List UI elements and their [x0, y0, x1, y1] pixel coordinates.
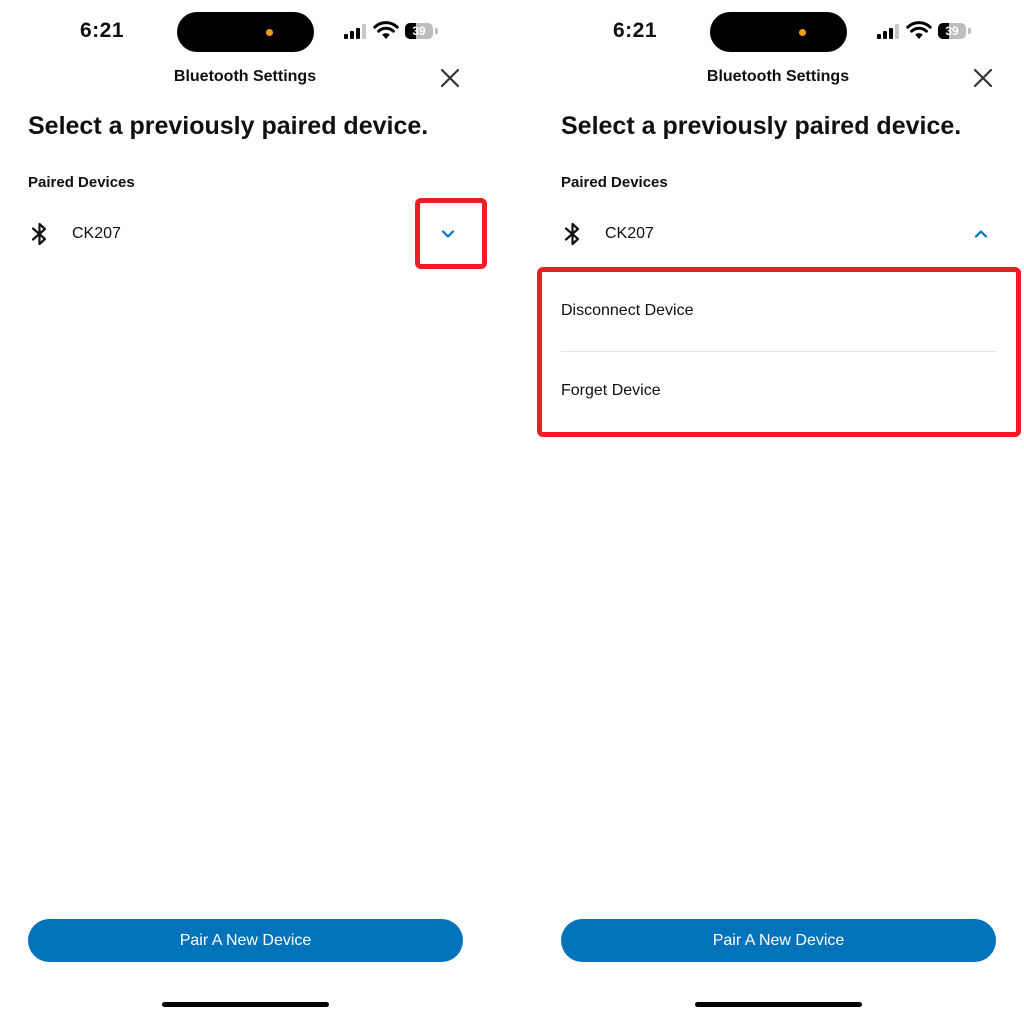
battery-icon: 39	[938, 23, 966, 39]
cellular-signal-icon	[877, 23, 903, 39]
close-icon[interactable]	[438, 66, 462, 90]
battery-level: 39	[945, 24, 959, 38]
battery-icon: 39	[405, 23, 433, 39]
nav-title: Bluetooth Settings	[173, 68, 317, 85]
battery-cap	[435, 28, 438, 34]
bluetooth-icon	[564, 222, 580, 246]
device-name: CK207	[605, 225, 654, 242]
close-icon[interactable]	[971, 66, 995, 90]
device-name: CK207	[72, 225, 121, 242]
page-title: Select a previously paired device.	[28, 112, 429, 140]
paired-device-row[interactable]: CK207	[561, 212, 1001, 256]
status-bar: 6:21 39	[0, 0, 490, 60]
mic-indicator-icon	[799, 29, 806, 36]
home-indicator	[695, 1002, 862, 1007]
dynamic-island	[710, 12, 847, 52]
pair-new-device-button[interactable]: Pair A New Device	[561, 919, 996, 962]
home-indicator	[162, 1002, 329, 1007]
pair-new-device-button[interactable]: Pair A New Device	[28, 919, 463, 962]
bluetooth-icon	[31, 222, 47, 246]
screen-collapsed: 6:21 39 Bluetooth Settings Select a prev…	[0, 0, 490, 1017]
section-label-paired-devices: Paired Devices	[561, 174, 668, 191]
page-title: Select a previously paired device.	[561, 112, 962, 140]
annotation-highlight-chevron	[415, 198, 487, 269]
paired-device-row[interactable]: CK207	[28, 212, 468, 256]
status-bar: 6:21 39	[533, 0, 1023, 60]
battery-level: 39	[412, 24, 426, 38]
section-label-paired-devices: Paired Devices	[28, 174, 135, 191]
chevron-up-icon[interactable]	[973, 226, 989, 242]
annotation-highlight-device-menu	[537, 267, 1021, 437]
screen-expanded: 6:21 39 Bluetooth Settings Select a prev…	[533, 0, 1023, 1017]
battery-cap	[968, 28, 971, 34]
status-time: 6:21	[613, 19, 658, 42]
mic-indicator-icon	[266, 29, 273, 36]
nav-title: Bluetooth Settings	[706, 68, 850, 85]
cellular-signal-icon	[344, 23, 370, 39]
wifi-icon	[906, 21, 932, 39]
dynamic-island	[177, 12, 314, 52]
wifi-icon	[373, 21, 399, 39]
status-time: 6:21	[80, 19, 125, 42]
